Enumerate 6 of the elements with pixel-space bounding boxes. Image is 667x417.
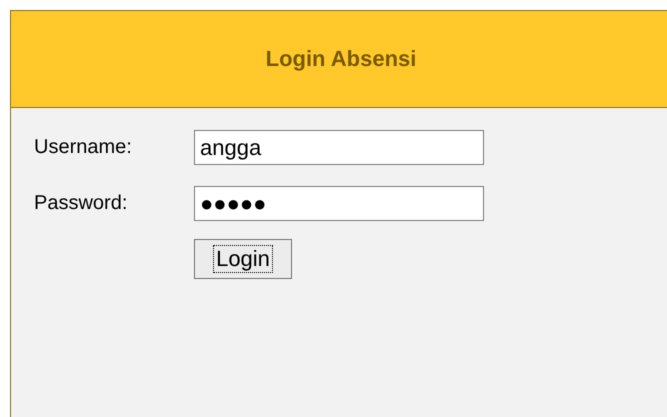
field-label: Username: <box>34 136 133 159</box>
field-label: Password: <box>34 192 128 215</box>
input-field[interactable]: angga <box>194 130 484 165</box>
input-field[interactable]: ●●●●● <box>194 186 484 221</box>
panel-title: Login Absensi <box>266 46 416 72</box>
login-button[interactable]: Login <box>194 239 292 279</box>
